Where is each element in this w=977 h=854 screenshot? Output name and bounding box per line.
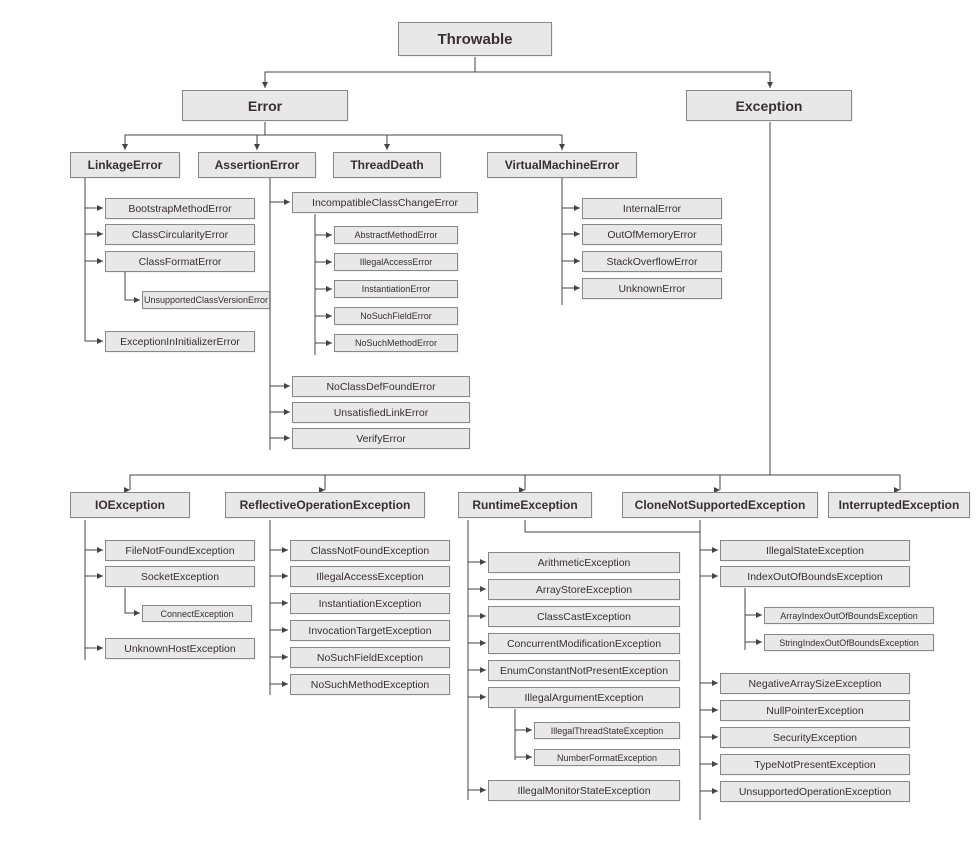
node-negative-array-size-exception: NegativeArraySizeException	[720, 673, 910, 694]
node-exception-in-initializer-error: ExceptionInInitializerError	[105, 331, 255, 352]
node-no-such-method-error: NoSuchMethodError	[334, 334, 458, 352]
node-class-format-error: ClassFormatError	[105, 251, 255, 272]
node-security-exception: SecurityException	[720, 727, 910, 748]
node-array-store-exception: ArrayStoreException	[488, 579, 680, 600]
node-reflective-operation-exception: ReflectiveOperationException	[225, 492, 425, 518]
node-illegal-thread-state-exception: IllegalThreadStateException	[534, 722, 680, 739]
node-bootstrap-method-error: BootstrapMethodError	[105, 198, 255, 219]
node-incompatible-class-change-error: IncompatibleClassChangeError	[292, 192, 478, 213]
node-internal-error: InternalError	[582, 198, 722, 219]
node-null-pointer-exception: NullPointerException	[720, 700, 910, 721]
node-invocation-target-exception: InvocationTargetException	[290, 620, 450, 641]
node-illegal-access-exception: IllegalAccessException	[290, 566, 450, 587]
node-illegal-argument-exception: IllegalArgumentException	[488, 687, 680, 708]
node-interrupted-exception: InterruptedException	[828, 492, 970, 518]
node-arithmetic-exception: ArithmeticException	[488, 552, 680, 573]
node-runtime-exception: RuntimeException	[458, 492, 592, 518]
node-illegal-state-exception: IllegalStateException	[720, 540, 910, 561]
node-instantiation-error: InstantiationError	[334, 280, 458, 298]
node-no-such-field-error: NoSuchFieldError	[334, 307, 458, 325]
node-unsupported-operation-exception: UnsupportedOperationException	[720, 781, 910, 802]
node-exception: Exception	[686, 90, 852, 121]
node-linkage-error: LinkageError	[70, 152, 180, 178]
node-clone-not-supported-exception: CloneNotSupportedException	[622, 492, 818, 518]
node-concurrent-modification-exception: ConcurrentModificationException	[488, 633, 680, 654]
node-unsupported-class-version-error: UnsupportedClassVersionError	[142, 291, 270, 309]
node-class-circularity-error: ClassCircularityError	[105, 224, 255, 245]
node-virtual-machine-error: VirtualMachineError	[487, 152, 637, 178]
node-thread-death: ThreadDeath	[333, 152, 441, 178]
node-no-such-field-exception: NoSuchFieldException	[290, 647, 450, 668]
node-no-such-method-exception: NoSuchMethodException	[290, 674, 450, 695]
node-error: Error	[182, 90, 348, 121]
node-class-not-found-exception: ClassNotFoundException	[290, 540, 450, 561]
node-enum-constant-not-present-exception: EnumConstantNotPresentException	[488, 660, 680, 681]
node-io-exception: IOException	[70, 492, 190, 518]
node-index-out-of-bounds-exception: IndexOutOfBoundsException	[720, 566, 910, 587]
node-throwable: Throwable	[398, 22, 552, 56]
node-number-format-exception: NumberFormatException	[534, 749, 680, 766]
node-abstract-method-error: AbstractMethodError	[334, 226, 458, 244]
node-illegal-access-error: IllegalAccessError	[334, 253, 458, 271]
node-string-index-out-of-bounds-exception: StringIndexOutOfBoundsException	[764, 634, 934, 651]
node-unknown-error: UnknownError	[582, 278, 722, 299]
node-verify-error: VerifyError	[292, 428, 470, 449]
node-unsatisfied-link-error: UnsatisfiedLinkError	[292, 402, 470, 423]
node-illegal-monitor-state-exception: IllegalMonitorStateException	[488, 780, 680, 801]
node-connect-exception: ConnectException	[142, 605, 252, 622]
node-instantiation-exception: InstantiationException	[290, 593, 450, 614]
node-stack-overflow-error: StackOverflowError	[582, 251, 722, 272]
node-file-not-found-exception: FileNotFoundException	[105, 540, 255, 561]
node-socket-exception: SocketException	[105, 566, 255, 587]
node-out-of-memory-error: OutOfMemoryError	[582, 224, 722, 245]
node-unknown-host-exception: UnknownHostException	[105, 638, 255, 659]
node-type-not-present-exception: TypeNotPresentException	[720, 754, 910, 775]
node-assertion-error: AssertionError	[198, 152, 316, 178]
node-no-class-def-found-error: NoClassDefFoundError	[292, 376, 470, 397]
node-array-index-out-of-bounds-exception: ArrayIndexOutOfBoundsException	[764, 607, 934, 624]
node-class-cast-exception: ClassCastException	[488, 606, 680, 627]
